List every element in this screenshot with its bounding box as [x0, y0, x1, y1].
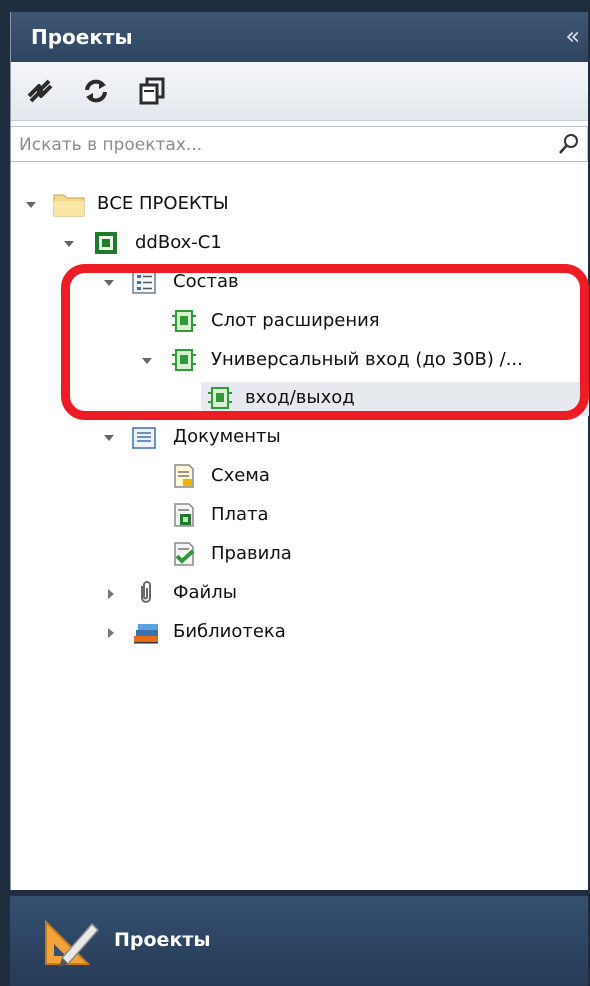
- module-icon: [208, 387, 232, 409]
- collapsed-arrow-icon[interactable]: [105, 627, 117, 639]
- expanded-arrow-icon[interactable]: [103, 432, 115, 444]
- expanded-arrow-icon[interactable]: [103, 277, 115, 289]
- tree-item-ddbox[interactable]: ddBox-C1: [11, 227, 589, 261]
- board-chip-icon: [95, 232, 117, 254]
- tree-item-label: Плата: [211, 504, 269, 525]
- tree-item-label: Слот расширения: [211, 310, 380, 331]
- pcb-doc-icon: [174, 503, 194, 527]
- tree-item-library[interactable]: Библиотека: [11, 616, 589, 650]
- expanded-arrow-icon[interactable]: [25, 199, 37, 211]
- tree-item-input-output[interactable]: вход/выход: [201, 382, 589, 416]
- expanded-arrow-icon[interactable]: [63, 238, 75, 250]
- tree-item-label: ВСЕ ПРОЕКТЫ: [97, 193, 229, 214]
- refresh-icon[interactable]: [81, 76, 111, 106]
- copy-windows-icon[interactable]: [137, 76, 167, 106]
- tree-item-composition[interactable]: Состав: [11, 266, 589, 300]
- tree-item-files[interactable]: Файлы: [11, 577, 589, 611]
- drafting-tools-icon: [45, 919, 100, 967]
- tree-item-label: вход/выход: [245, 387, 355, 408]
- panel-title: Проекты: [31, 25, 133, 49]
- bottom-nav-projects[interactable]: Проекты: [10, 896, 588, 986]
- expanded-arrow-icon[interactable]: [141, 355, 153, 367]
- tree-item-all-projects[interactable]: ВСЕ ПРОЕКТЫ: [11, 188, 589, 222]
- tree-item-label: Правила: [211, 543, 292, 564]
- panel-header: Проекты «: [11, 12, 588, 62]
- tree-item-rules[interactable]: Правила: [11, 538, 589, 572]
- search-box: [11, 126, 588, 162]
- paperclip-icon: [141, 581, 151, 603]
- tree-item-expansion-slot[interactable]: Слот расширения: [11, 305, 589, 339]
- tree-item-universal-input[interactable]: Универсальный вход (до 30В) /...: [11, 344, 589, 378]
- panel-toolbar: [11, 62, 588, 121]
- tree-item-schematic[interactable]: Схема: [11, 460, 589, 494]
- list-icon: [132, 270, 156, 294]
- tree-item-pcb[interactable]: Плата: [11, 499, 589, 533]
- tree-item-label: Универсальный вход (до 30В) /...: [211, 349, 523, 370]
- collapse-panel-button[interactable]: «: [565, 22, 580, 50]
- rules-doc-icon: [174, 542, 195, 566]
- sync-arrows-icon[interactable]: [25, 76, 55, 106]
- documents-icon: [132, 427, 156, 449]
- schematic-doc-icon: [174, 464, 194, 488]
- search-icon[interactable]: [557, 132, 581, 156]
- tree-item-label: Документы: [173, 426, 281, 447]
- tree-item-label: ddBox-C1: [135, 232, 222, 253]
- tree-item-label: Состав: [173, 271, 239, 292]
- tree-item-label: Библиотека: [173, 621, 286, 642]
- search-input[interactable]: [17, 131, 551, 159]
- tree-item-label: Файлы: [173, 582, 237, 603]
- folder-icon: [53, 194, 85, 217]
- module-icon: [172, 310, 196, 332]
- collapsed-arrow-icon[interactable]: [105, 588, 117, 600]
- bottom-nav-label: Проекты: [114, 929, 211, 951]
- library-icon: [134, 624, 158, 644]
- tree-item-documents[interactable]: Документы: [11, 421, 589, 455]
- module-icon: [172, 349, 196, 371]
- projects-panel: Проекты « Искать в проектах... ВСЕ ПРОЕК…: [10, 12, 589, 890]
- tree-item-label: Схема: [211, 465, 270, 486]
